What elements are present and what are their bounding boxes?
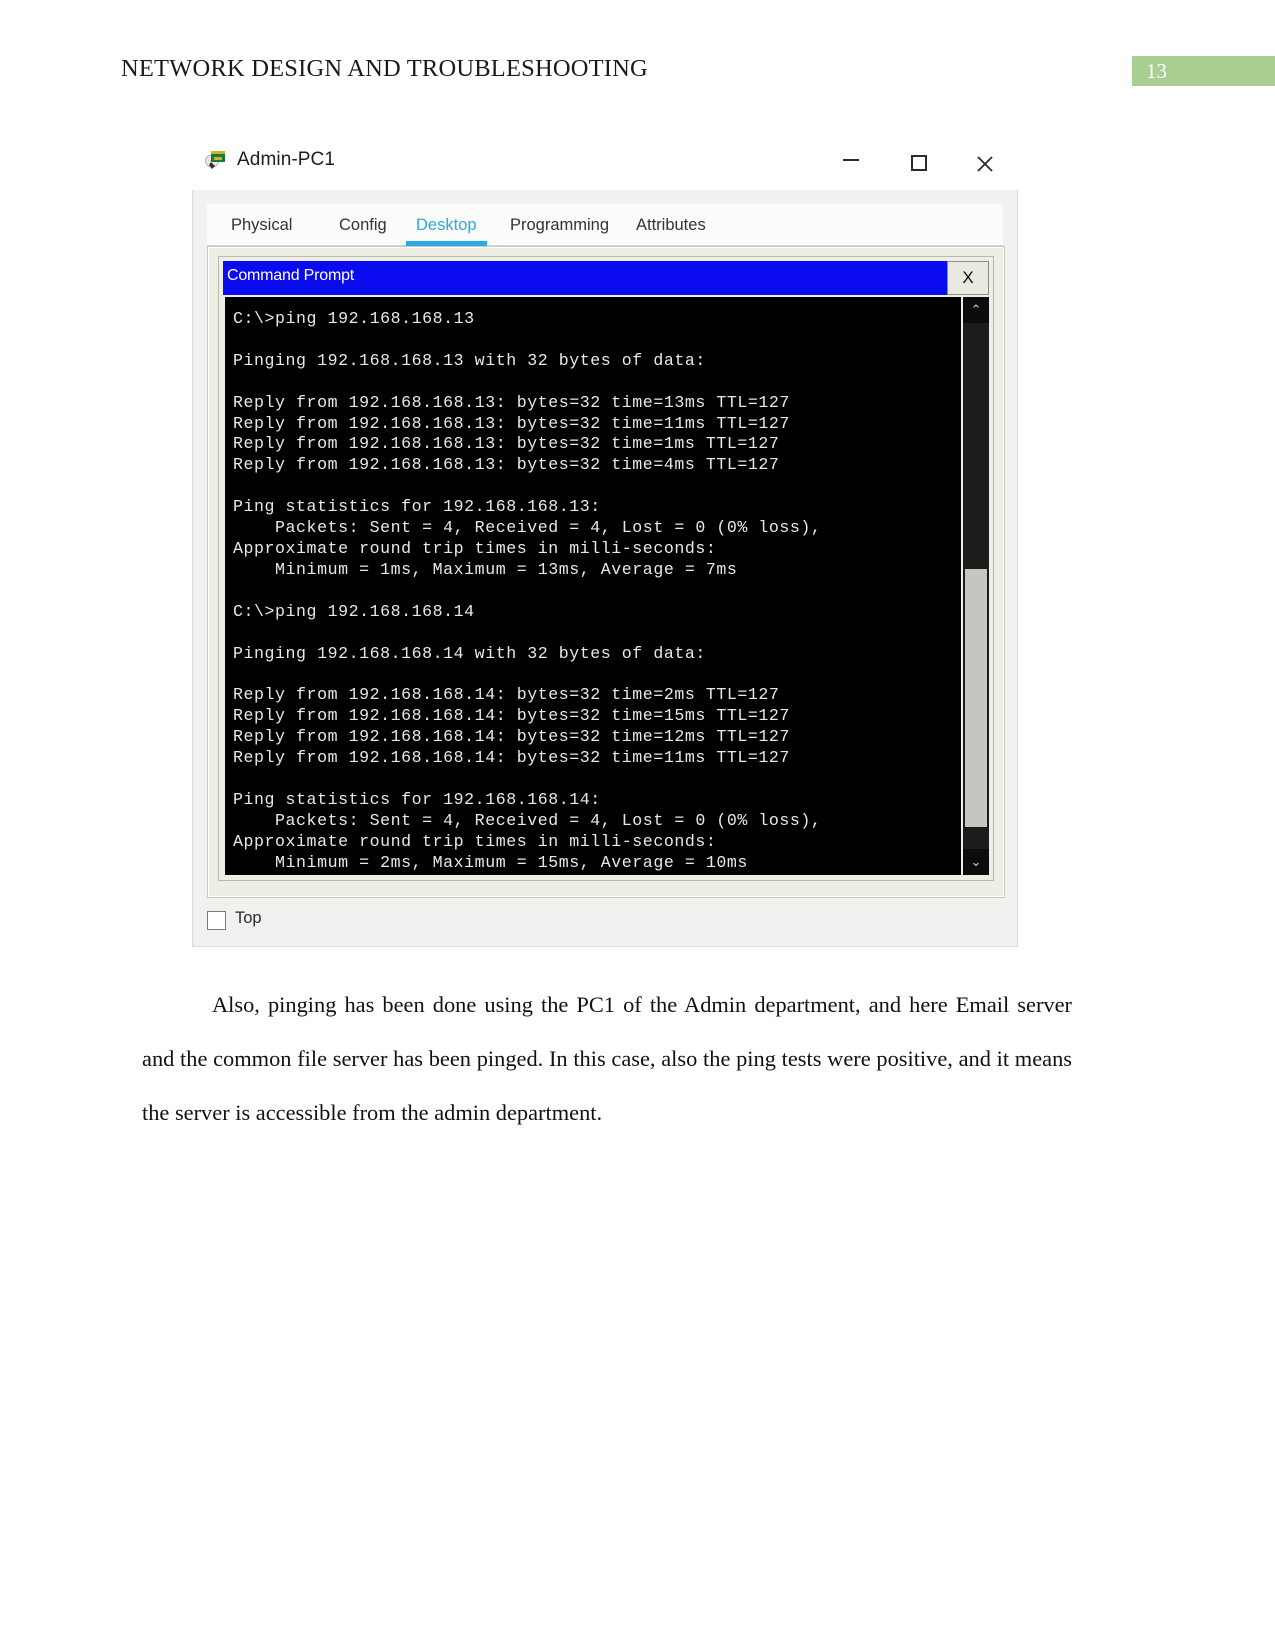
terminal-line: Pinging 192.168.168.13 with 32 bytes of … xyxy=(233,350,706,370)
terminal-line: Ping statistics for 192.168.168.14: xyxy=(233,789,601,809)
window-title: Admin-PC1 xyxy=(237,149,336,170)
terminal-line: Reply from 192.168.168.14: bytes=32 time… xyxy=(233,706,790,726)
body-paragraph: Also, pinging has been done using the PC… xyxy=(142,992,1072,1125)
terminal-line: Reply from 192.168.168.14: bytes=32 time… xyxy=(233,685,780,705)
maximize-button[interactable] xyxy=(898,146,940,178)
tab-strip: Physical Config Desktop Programming Attr… xyxy=(207,204,1003,246)
tab-config[interactable]: Config xyxy=(329,210,397,246)
command-prompt-close-button[interactable]: X xyxy=(947,261,989,295)
terminal-line: Minimum = 1ms, Maximum = 13ms, Average =… xyxy=(233,559,738,579)
maximize-icon xyxy=(911,155,927,171)
top-checkbox-label: Top xyxy=(235,909,262,927)
packet-tracer-window: Admin-PC1 Physical Config Desktop Progra… xyxy=(192,136,1018,947)
close-icon xyxy=(977,156,993,172)
terminal-line: Pinging 192.168.168.14 with 32 bytes of … xyxy=(233,643,706,663)
command-prompt-screen-wrap: C:\>ping 192.168.168.13 Pinging 192.168.… xyxy=(223,295,989,877)
terminal-line: Reply from 192.168.168.13: bytes=32 time… xyxy=(233,434,780,454)
terminal-line: Reply from 192.168.168.14: bytes=32 time… xyxy=(233,727,790,747)
terminal-line: Reply from 192.168.168.13: bytes=32 time… xyxy=(233,455,780,475)
terminal-line: Reply from 192.168.168.14: bytes=32 time… xyxy=(233,748,790,768)
close-button[interactable] xyxy=(964,146,1006,178)
terminal-line: Reply from 192.168.168.13: bytes=32 time… xyxy=(233,413,790,433)
minimize-icon xyxy=(843,159,859,161)
window-titlebar: Admin-PC1 xyxy=(192,136,1018,190)
tab-physical[interactable]: Physical xyxy=(221,210,302,246)
terminal-line: Approximate round trip times in milli-se… xyxy=(233,538,717,558)
terminal-line: Packets: Sent = 4, Received = 4, Lost = … xyxy=(233,810,822,830)
terminal-line: Packets: Sent = 4, Received = 4, Lost = … xyxy=(233,518,822,538)
packet-tracer-pc-icon xyxy=(204,148,229,173)
scroll-down-icon[interactable]: ⌄ xyxy=(963,849,989,875)
command-prompt-window: Command Prompt X C:\>ping 192.168.168.13… xyxy=(218,256,994,881)
terminal-line: Minimum = 2ms, Maximum = 15ms, Average =… xyxy=(233,852,748,872)
tab-desktop[interactable]: Desktop xyxy=(406,210,487,246)
top-checkbox[interactable] xyxy=(207,911,226,930)
command-prompt-title: Command Prompt xyxy=(227,267,355,284)
command-prompt-titlebar: Command Prompt X xyxy=(223,261,989,295)
page-number: 13 xyxy=(1146,59,1167,83)
terminal-line: C:\>ping 192.168.168.13 xyxy=(233,309,475,328)
page-header: NETWORK DESIGN AND TROUBLESHOOTING 13 xyxy=(0,0,1275,100)
scroll-up-icon[interactable]: ⌃ xyxy=(963,297,989,323)
terminal-line: Approximate round trip times in milli-se… xyxy=(233,831,717,851)
terminal-line: Ping statistics for 192.168.168.13: xyxy=(233,497,601,517)
terminal-output[interactable]: C:\>ping 192.168.168.13 Pinging 192.168.… xyxy=(225,297,961,875)
tab-programming[interactable]: Programming xyxy=(500,210,619,246)
window-body: Physical Config Desktop Programming Attr… xyxy=(192,190,1018,947)
tab-attributes[interactable]: Attributes xyxy=(626,210,716,246)
terminal-line: Reply from 192.168.168.13: bytes=32 time… xyxy=(233,392,790,412)
page-title: NETWORK DESIGN AND TROUBLESHOOTING xyxy=(121,55,648,82)
terminal-line: C:\>ping 192.168.168.14 xyxy=(233,601,475,621)
page-number-band: 13 xyxy=(1132,56,1275,86)
desktop-panel: Command Prompt X C:\>ping 192.168.168.13… xyxy=(207,246,1005,898)
minimize-button[interactable] xyxy=(830,146,872,178)
terminal-scrollbar[interactable]: ⌃ ⌄ xyxy=(963,297,989,875)
top-option-row: Top xyxy=(207,908,507,938)
scrollbar-thumb[interactable] xyxy=(965,569,987,827)
